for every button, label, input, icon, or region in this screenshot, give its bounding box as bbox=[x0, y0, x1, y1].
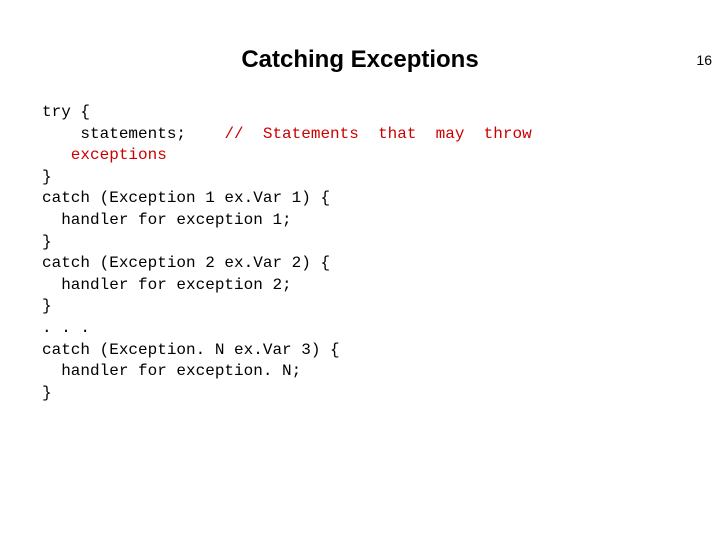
code-line: handler for exception 2; bbox=[42, 276, 292, 294]
code-line: catch (Exception 2 ex.Var 2) { bbox=[42, 254, 330, 272]
code-line: try { bbox=[42, 103, 90, 121]
code-line: } bbox=[42, 168, 52, 186]
slide-title: Catching Exceptions bbox=[0, 46, 720, 74]
code-line: catch (Exception. N ex.Var 3) { bbox=[42, 341, 340, 359]
code-line: . . . bbox=[42, 319, 90, 337]
code-block: try { statements; // Statements that may… bbox=[42, 102, 700, 404]
code-line: statements; bbox=[42, 125, 224, 143]
code-line: } bbox=[42, 297, 52, 315]
code-line: } bbox=[42, 384, 52, 402]
code-line: handler for exception 1; bbox=[42, 211, 292, 229]
code-comment: // Statements that may throw bbox=[224, 125, 531, 143]
code-line: catch (Exception 1 ex.Var 1) { bbox=[42, 189, 330, 207]
code-comment: exceptions bbox=[42, 146, 167, 164]
code-line: } bbox=[42, 233, 52, 251]
code-line: handler for exception. N; bbox=[42, 362, 301, 380]
page-number: 16 bbox=[696, 52, 712, 68]
